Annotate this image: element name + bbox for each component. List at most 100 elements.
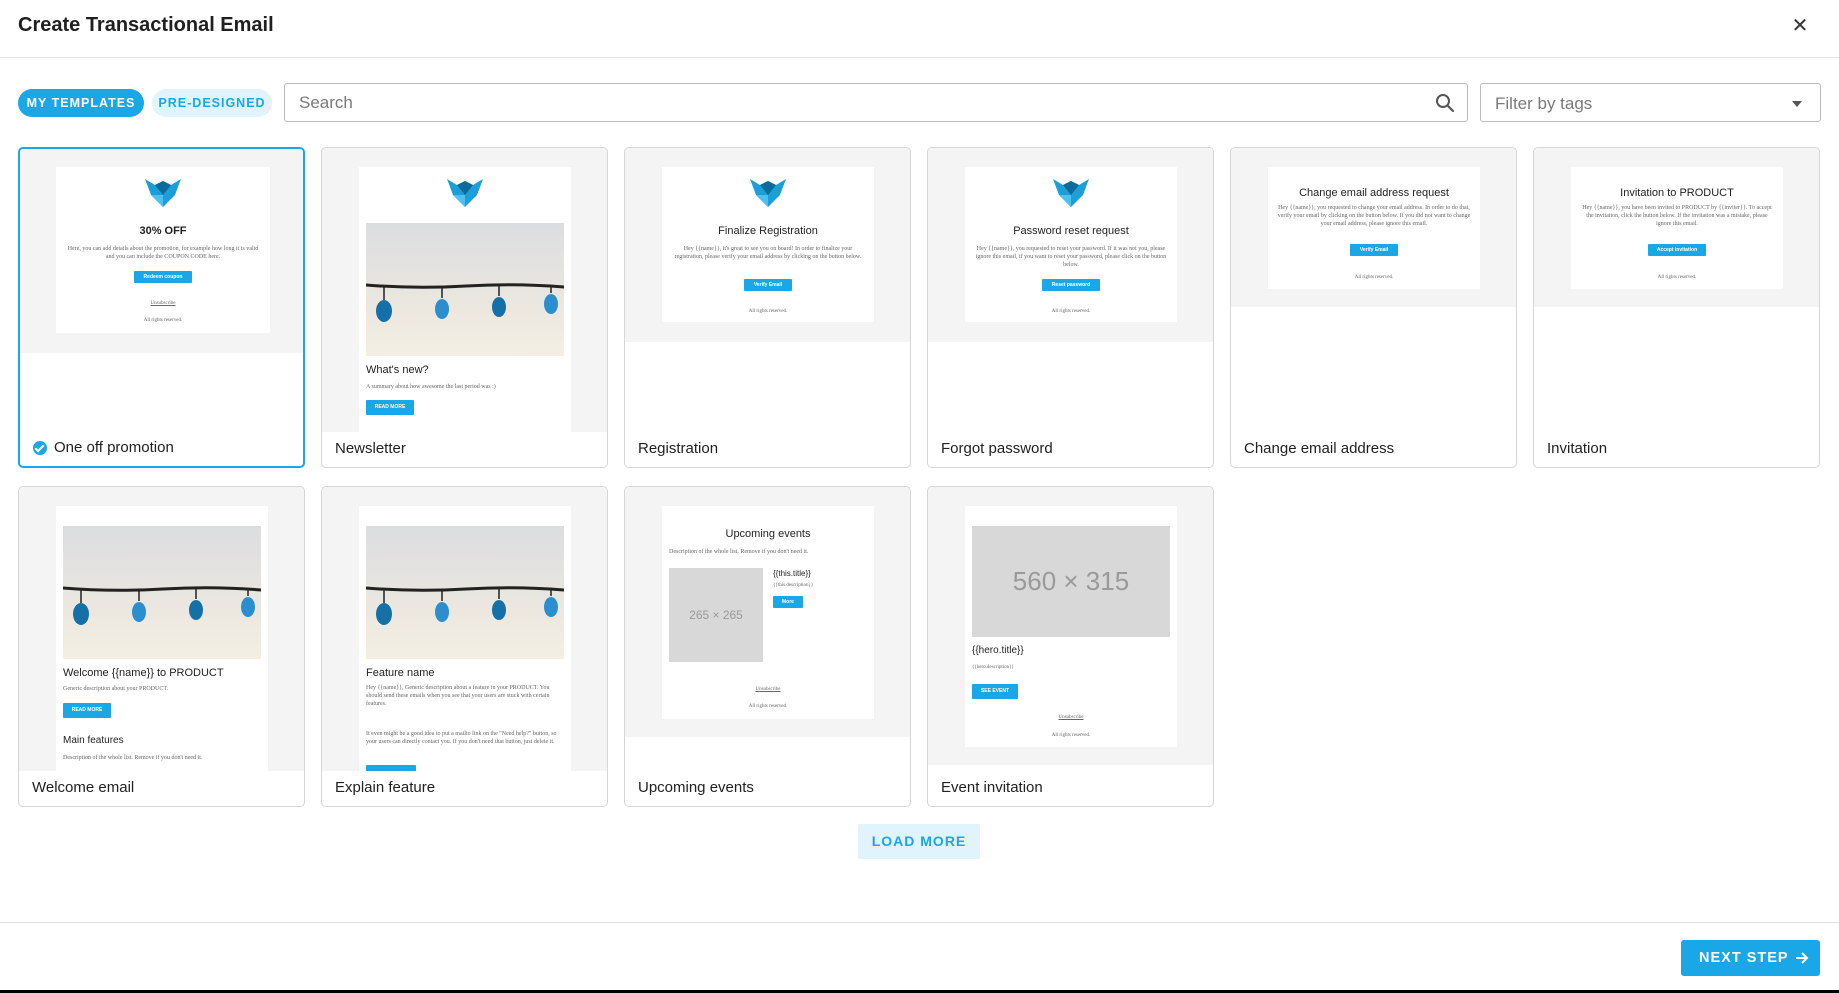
preview-heading: Invitation to PRODUCT: [1620, 187, 1734, 199]
preview-subheading: Main features: [63, 735, 124, 746]
preview-heading: Feature name: [366, 667, 435, 679]
load-more-button[interactable]: LOAD MORE: [858, 824, 980, 859]
preview-button: Redeem coupon: [134, 271, 192, 283]
template-card-invitation[interactable]: Invitation to PRODUCT Hey {{name}}, you …: [1533, 147, 1820, 468]
preview-link: Unsubscribe: [755, 687, 781, 692]
template-card-newsletter[interactable]: What's new? A summary about how awesome …: [321, 147, 608, 468]
preview-footer: All rights reserved.: [1657, 275, 1697, 280]
template-label: Upcoming events: [638, 779, 754, 796]
preview-heading: Upcoming events: [725, 528, 811, 540]
template-label: Explain feature: [335, 779, 436, 796]
preview-heading: 30% OFF: [139, 225, 187, 237]
template-card-forgot-password[interactable]: Password reset request Hey {{name}}, you…: [927, 147, 1214, 468]
tab-pre-designed[interactable]: PRE-DESIGNED: [152, 89, 272, 117]
tab-my-templates[interactable]: MY TEMPLATES: [18, 89, 144, 117]
preview-body: {{hero.description}}: [972, 665, 1014, 670]
preview-heading: Welcome {{name}} to PRODUCT: [63, 667, 224, 679]
fox-logo-icon: [1053, 179, 1089, 207]
preview-photo: [63, 526, 261, 659]
template-preview: Password reset request Hey {{name}}, you…: [928, 148, 1213, 342]
filter-by-tags-select[interactable]: Filter by tags: [1480, 83, 1821, 122]
search-field[interactable]: [284, 83, 1468, 122]
template-preview: Upcoming events Description of the whole…: [625, 487, 910, 737]
template-preview: What's new? A summary about how awesome …: [322, 148, 607, 432]
preview-body: A summary about how awesome the last per…: [366, 384, 496, 390]
preview-button: SEE EVENT: [972, 684, 1018, 699]
preview-heading: What's new?: [366, 364, 429, 376]
template-label: Welcome email: [32, 779, 135, 796]
preview-body: Hey {{name}}, you have been invited to P…: [1582, 205, 1772, 227]
preview-body: Hey {{name}}, it's great to see you on b…: [674, 246, 862, 260]
template-preview: Finalize Registration Hey {{name}}, it's…: [625, 148, 910, 342]
preview-button: Verify Email: [744, 279, 792, 291]
template-card-change-email-address[interactable]: Change email address request Hey {{name}…: [1230, 147, 1517, 468]
preview-button: Reset password: [1042, 279, 1100, 291]
preview-heading: {{hero.title}}: [972, 645, 1024, 656]
chevron-down-icon: [1792, 101, 1802, 107]
preview-heading: Password reset request: [1013, 225, 1129, 237]
preview-body: Description of the whole list. Remove if…: [669, 549, 809, 555]
preview-footer: All rights reserved.: [748, 309, 788, 314]
preview-button: Verify Email: [1350, 244, 1398, 256]
filter-placeholder: Filter by tags: [1495, 94, 1593, 113]
preview-body: Hey {{name}}, Generic description about …: [366, 685, 550, 707]
dialog-footer-divider: [0, 922, 1839, 923]
preview-footer: All rights reserved.: [143, 318, 183, 323]
template-preview: 30% OFF Here, you can add details about …: [20, 149, 303, 353]
preview-heading: Change email address request: [1299, 187, 1449, 199]
template-card-event-invitation[interactable]: 560 × 315 {{hero.title}} {{hero.descript…: [927, 486, 1214, 807]
template-preview: 560 × 315 {{hero.title}} {{hero.descript…: [928, 487, 1213, 765]
template-card-upcoming-events[interactable]: Upcoming events Description of the whole…: [624, 486, 911, 807]
preview-item-description: {{this.description}}: [773, 583, 814, 588]
preview-button: READ MORE: [63, 703, 111, 718]
preview-body: Here, you can add details about the prom…: [67, 246, 259, 260]
fox-logo-icon: [145, 179, 181, 207]
template-label: Forgot password: [941, 440, 1053, 457]
preview-image-placeholder: 265 × 265: [669, 568, 763, 662]
preview-photo: [366, 526, 564, 659]
template-label: One off promotion: [54, 439, 174, 456]
arrow-right-icon: [1796, 952, 1809, 964]
template-label: Event invitation: [941, 779, 1043, 796]
dialog-header: Create Transactional Email ✕: [0, 0, 1839, 58]
preview-photo: [366, 223, 564, 356]
preview-button: Accept invitation: [1648, 244, 1706, 256]
preview-button: More: [773, 596, 803, 608]
template-card-one-off-promotion[interactable]: 30% OFF Here, you can add details about …: [18, 147, 305, 468]
template-label: Newsletter: [335, 440, 406, 457]
check-circle-icon: [33, 441, 47, 455]
next-step-label: NEXT STEP: [1699, 950, 1789, 966]
preview-link: Unsubscribe: [150, 301, 176, 306]
template-card-explain-feature[interactable]: Feature name Hey {{name}}, Generic descr…: [321, 486, 608, 807]
preview-image-placeholder: 560 × 315: [972, 526, 1170, 637]
preview-button: [366, 765, 416, 771]
template-label: Change email address: [1244, 440, 1395, 457]
create-email-dialog: Create Transactional Email ✕ MY TEMPLATE…: [0, 0, 1839, 990]
close-icon[interactable]: ✕: [1788, 14, 1812, 38]
preview-item-title: {{this.title}}: [773, 569, 811, 578]
template-preview: Invitation to PRODUCT Hey {{name}}, you …: [1534, 148, 1819, 307]
template-card-registration[interactable]: Finalize Registration Hey {{name}}, it's…: [624, 147, 911, 468]
template-card-welcome-email[interactable]: Welcome {{name}} to PRODUCT Generic desc…: [18, 486, 305, 807]
template-preview: Feature name Hey {{name}}, Generic descr…: [322, 487, 607, 771]
preview-button: READ MORE: [366, 400, 414, 415]
preview-heading: Finalize Registration: [718, 225, 818, 237]
search-icon[interactable]: [1435, 93, 1455, 113]
preview-footer: All rights reserved.: [1354, 275, 1394, 280]
preview-body: Generic description about your PRODUCT.: [63, 686, 169, 692]
preview-footer: All rights reserved.: [1051, 309, 1091, 314]
search-input[interactable]: [299, 92, 1419, 114]
dialog-title: Create Transactional Email: [18, 14, 274, 36]
preview-link: Unsubscribe: [1058, 715, 1084, 720]
template-preview: Change email address request Hey {{name}…: [1231, 148, 1516, 307]
template-label: Registration: [638, 440, 719, 457]
fox-logo-icon: [750, 179, 786, 207]
preview-footer: All rights reserved.: [1051, 733, 1091, 738]
preview-body: Hey {{name}}, you requested to change yo…: [1277, 205, 1471, 227]
fox-logo-icon: [447, 179, 483, 207]
preview-body-2: It even might be a good idea to put a ma…: [366, 731, 557, 745]
preview-footer: All rights reserved.: [748, 704, 788, 709]
template-label: Invitation: [1547, 440, 1608, 457]
next-step-button[interactable]: NEXT STEP: [1681, 940, 1820, 976]
preview-body-2: Description of the whole list. Remove if…: [63, 755, 203, 761]
